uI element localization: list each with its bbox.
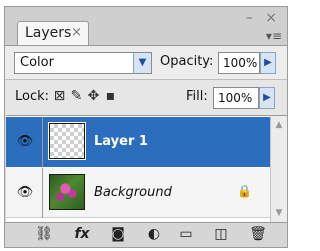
close-icon[interactable]: × bbox=[71, 22, 82, 44]
adjustment-layer-icon[interactable]: ◐ bbox=[143, 226, 165, 242]
lock-label: Lock: bbox=[15, 89, 50, 104]
layers-panel: Layers × – × ▾≡ Color ▼ Opacity: 100% ▶ … bbox=[4, 6, 288, 248]
new-group-icon[interactable]: ▭ bbox=[175, 226, 197, 242]
scroll-down-icon[interactable]: ▼ bbox=[273, 207, 285, 219]
layer-thumbnail bbox=[48, 122, 86, 160]
window-controls[interactable]: – × bbox=[246, 10, 281, 26]
scroll-up-icon[interactable]: ▲ bbox=[273, 119, 285, 131]
lock-pixels-icon[interactable]: ✎ bbox=[68, 88, 85, 104]
layers-list: 👁 Layer 1 👁 Background 🔒 bbox=[6, 115, 270, 222]
opacity-slider-arrow-icon[interactable]: ▶ bbox=[260, 52, 276, 74]
lock-options: ⊠ ✎ ✥ ▪ bbox=[51, 88, 119, 104]
blend-mode-value: Color bbox=[20, 55, 54, 70]
lock-icon: 🔒 bbox=[237, 184, 252, 198]
fx-icon[interactable]: fx bbox=[71, 226, 93, 242]
chevron-down-icon[interactable]: ▼ bbox=[133, 53, 151, 73]
tab-label: Layers bbox=[25, 25, 72, 41]
bottom-toolbar: ⛓ fx ◙ ◐ ▭ ◫ 🗑 bbox=[5, 222, 287, 247]
opacity-input[interactable]: 100% bbox=[218, 52, 260, 74]
lock-all-icon[interactable]: ▪ bbox=[102, 88, 119, 104]
scrollbar[interactable]: ▲ ▼ bbox=[270, 115, 287, 222]
lock-transparency-icon[interactable]: ⊠ bbox=[51, 88, 68, 104]
lock-position-icon[interactable]: ✥ bbox=[85, 88, 102, 104]
background-thumbnail bbox=[49, 174, 85, 210]
panel-menu-icon[interactable]: ▾≡ bbox=[266, 29, 282, 43]
fill-input[interactable]: 100% bbox=[213, 87, 259, 109]
divider bbox=[42, 168, 43, 218]
blend-mode-select[interactable]: Color ▼ bbox=[14, 52, 152, 74]
lock-row: Lock: ⊠ ✎ ✥ ▪ Fill: 100% ▶ bbox=[5, 79, 287, 115]
layer-row-background[interactable]: 👁 Background 🔒 bbox=[6, 168, 270, 218]
delete-layer-icon[interactable]: 🗑 bbox=[247, 226, 269, 242]
blend-row: Color ▼ Opacity: 100% ▶ bbox=[5, 45, 287, 79]
new-layer-icon[interactable]: ◫ bbox=[210, 226, 232, 242]
layer-name[interactable]: Background bbox=[94, 185, 172, 200]
eye-icon[interactable]: 👁 bbox=[14, 134, 36, 149]
fill-slider-arrow-icon[interactable]: ▶ bbox=[259, 87, 275, 109]
divider bbox=[42, 117, 43, 167]
link-layers-icon[interactable]: ⛓ bbox=[33, 226, 55, 242]
eye-icon[interactable]: 👁 bbox=[14, 185, 36, 200]
layer-row-layer-1[interactable]: 👁 Layer 1 bbox=[6, 117, 270, 167]
layer-name[interactable]: Layer 1 bbox=[94, 134, 148, 149]
add-mask-icon[interactable]: ◙ bbox=[107, 226, 129, 242]
opacity-label: Opacity: bbox=[160, 54, 214, 69]
tab-layers[interactable]: Layers × bbox=[17, 21, 89, 45]
fill-label: Fill: bbox=[186, 89, 208, 104]
